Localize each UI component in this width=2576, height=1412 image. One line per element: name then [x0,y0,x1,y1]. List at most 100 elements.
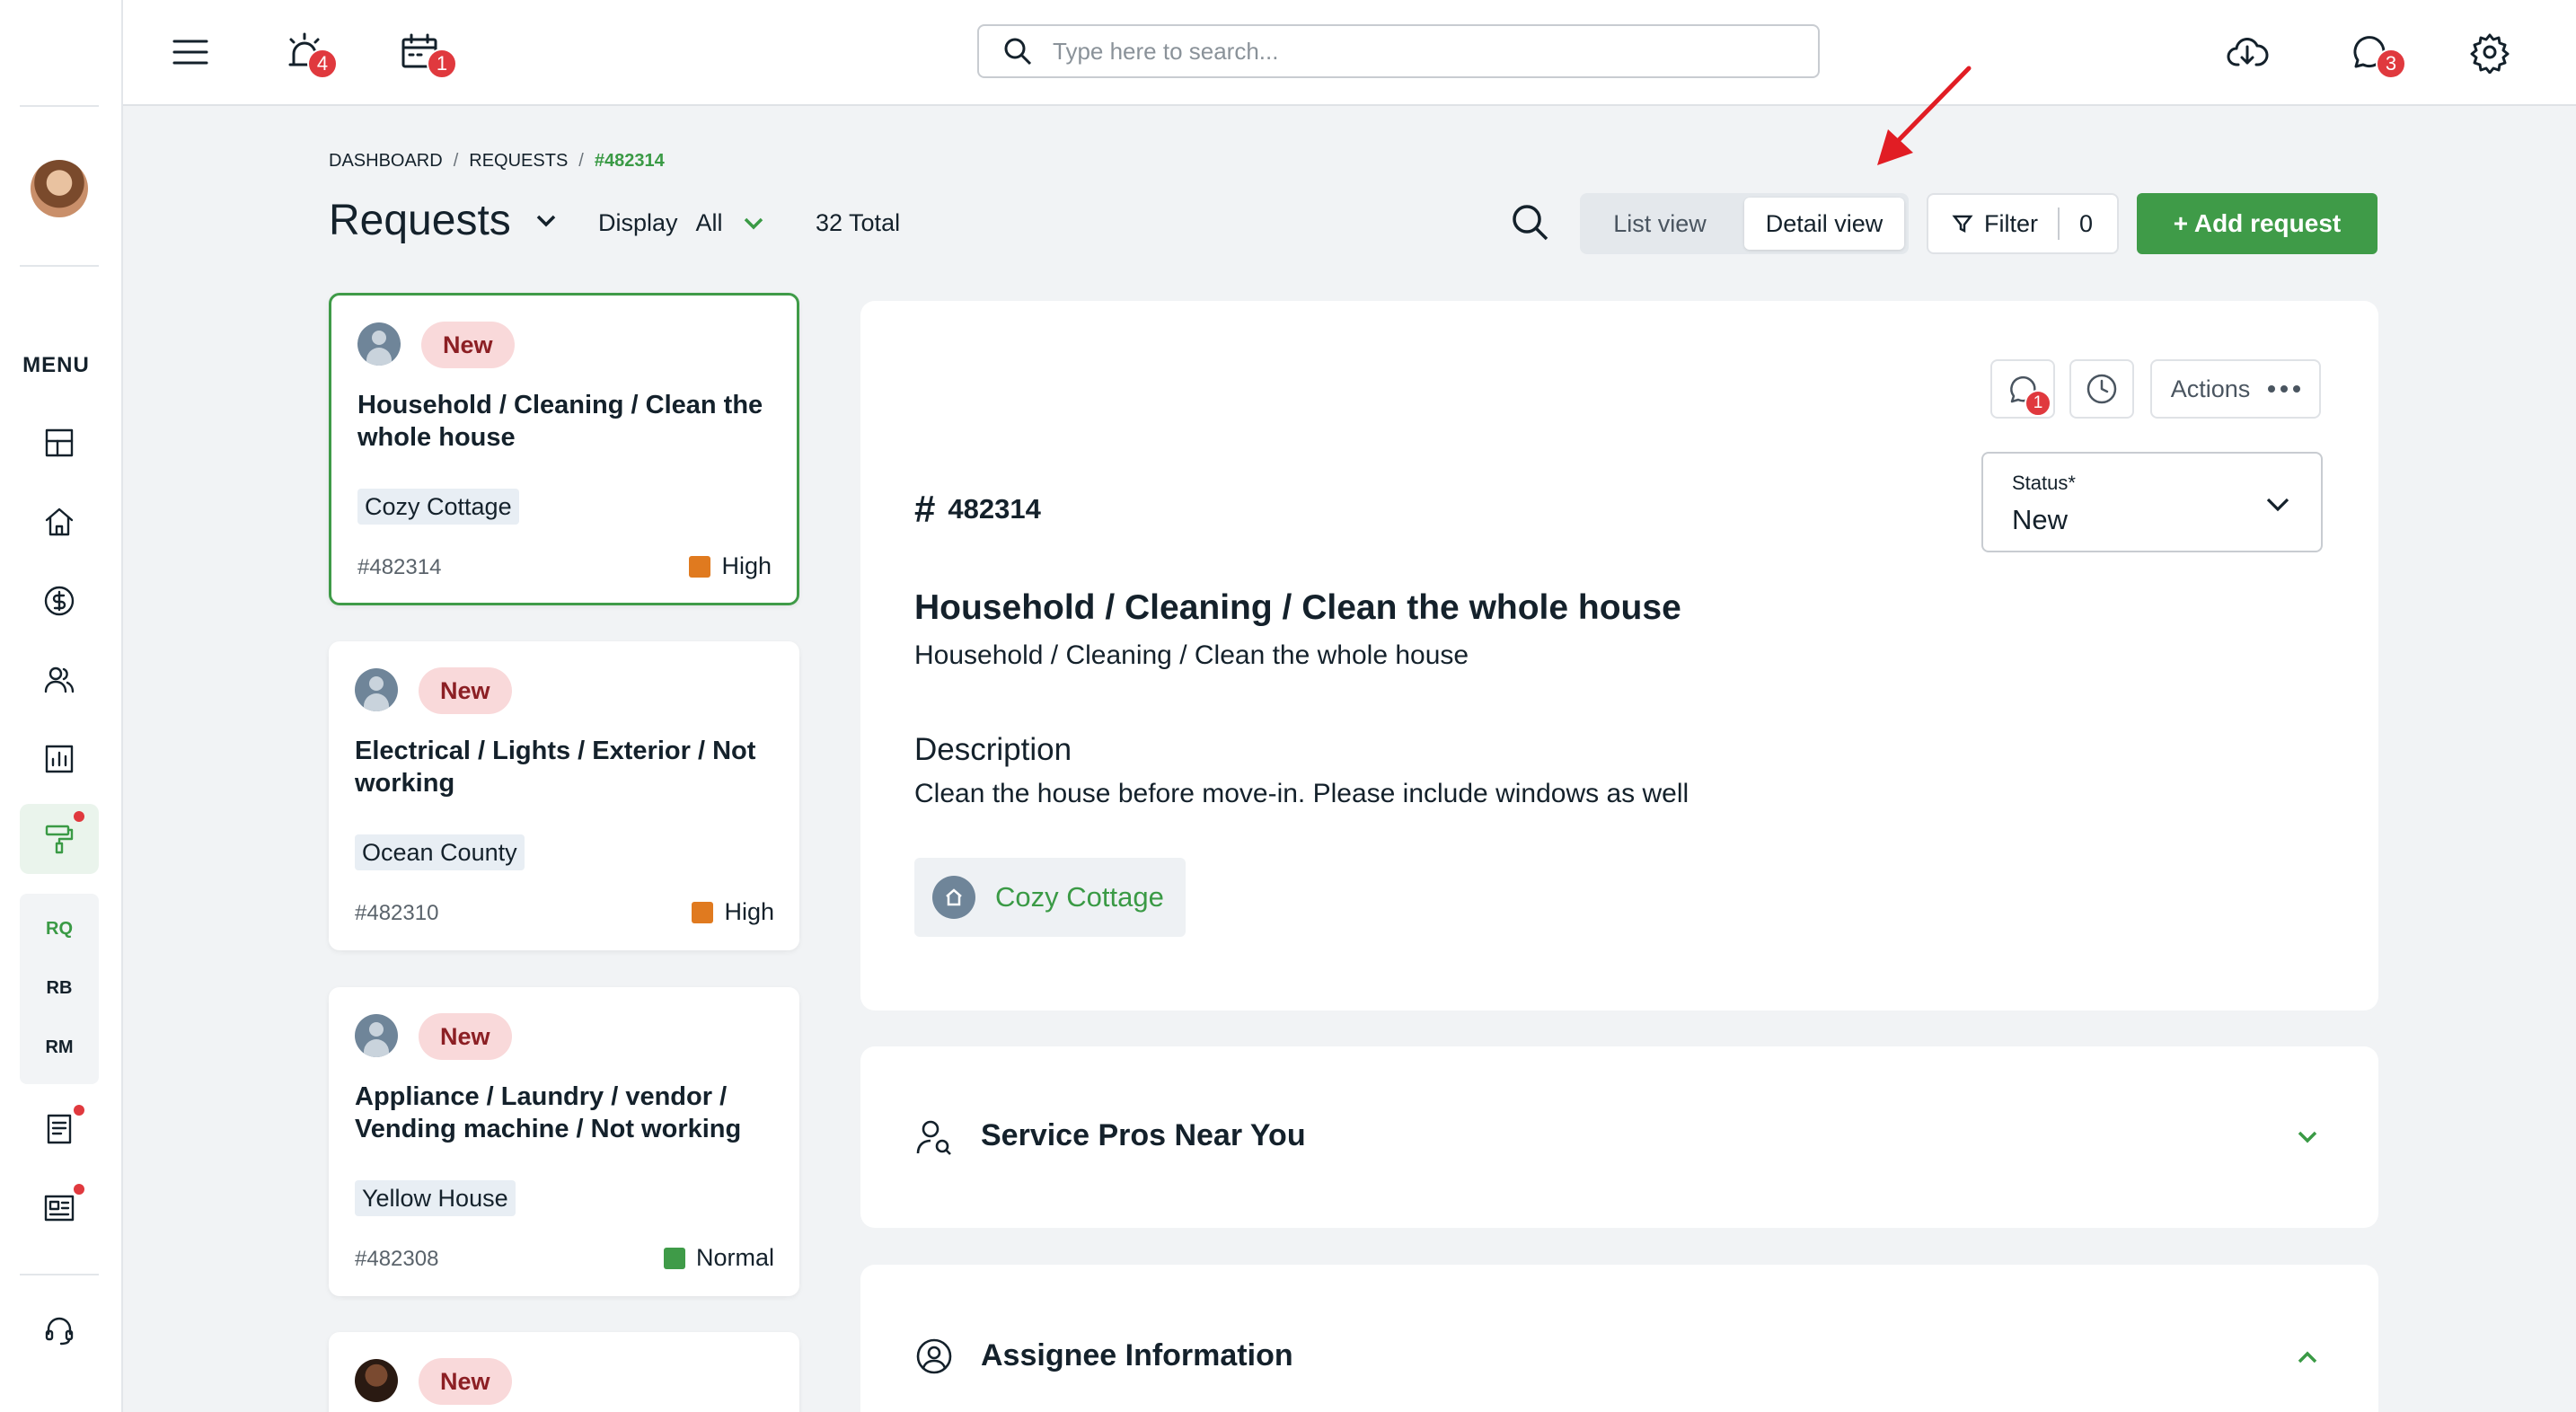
paint-roller-icon[interactable] [38,817,81,860]
actions-button[interactable]: Actions [2150,359,2321,419]
section-title: Service Pros Near You [981,1118,1306,1152]
priority-indicator: High [689,552,772,580]
status-select-value: New [2012,504,2069,535]
status-badge: New [419,667,512,714]
hash-icon: # [914,488,936,530]
list-view-tab[interactable]: List view [1580,193,1740,254]
property-link[interactable]: Cozy Cottage [914,858,1186,937]
alarm-badge: 4 [307,49,338,79]
comments-badge: 1 [2025,390,2051,417]
property-name: Cozy Cottage [995,881,1164,913]
sidebar-divider [20,265,99,267]
chevron-up-icon [2298,1351,2317,1363]
user-avatar-icon [355,668,398,711]
request-id: #482314 [357,555,442,579]
home-icon[interactable] [38,500,81,543]
request-title: Appliance / Laundry / vendor / Vending m… [355,1082,742,1143]
more-dots-icon [2268,385,2301,393]
notification-dot [74,811,84,822]
filter-label: Filter [1984,209,2038,237]
users-icon[interactable] [38,658,81,702]
dashboard-icon[interactable] [38,421,81,464]
user-avatar[interactable] [31,160,88,217]
global-search[interactable] [977,24,1820,78]
alarm-icon[interactable]: 4 [278,25,338,79]
chevron-down-icon [2266,498,2289,512]
submenu-rb[interactable]: RB [20,978,99,999]
filter-divider [2058,207,2060,240]
sidebar: MENU RQ RB RM [0,0,123,1412]
request-card[interactable]: New Electrical / Lights / Exterior / Not… [329,641,799,950]
status-select[interactable]: Status* New [1981,452,2323,552]
calendar-badge: 1 [427,49,457,79]
headset-icon[interactable] [38,1309,81,1352]
assignee-section[interactable]: Assignee Information [860,1265,2378,1412]
chevron-down-icon [744,217,763,229]
request-card[interactable]: New [329,1332,799,1412]
filter-icon [1952,215,1973,234]
request-title: Electrical / Lights / Exterior / Not wor… [355,737,756,798]
breadcrumb-separator: / [453,151,459,171]
display-label: Display [598,209,678,236]
priority-color-square [689,555,711,578]
priority-indicator: Normal [663,1244,774,1272]
detail-view-tab[interactable]: Detail view [1744,198,1904,250]
sidebar-divider [20,105,99,107]
page-title-dropdown[interactable]: Requests [329,196,560,245]
search-input[interactable] [1053,37,1789,66]
filter-button[interactable]: Filter 0 [1927,193,2119,254]
request-number: # 482314 [914,488,1041,531]
display-filter[interactable]: Display All [598,209,766,237]
search-icon[interactable] [1509,201,1556,248]
hamburger-menu-icon[interactable] [163,25,217,79]
breadcrumb-dashboard[interactable]: DASHBOARD [329,151,443,172]
request-title: Household / Cleaning / Clean the whole h… [357,391,763,452]
status-badge: New [419,1013,512,1060]
search-icon [1004,38,1032,66]
status-badge: New [421,322,515,368]
request-id: #482310 [355,901,439,925]
breadcrumb-requests[interactable]: REQUESTS [469,151,568,172]
history-button[interactable] [2069,359,2134,419]
add-request-button[interactable]: + Add request [2137,193,2378,254]
clock-icon [2086,374,2117,404]
display-value: All [695,209,723,236]
user-circle-icon [916,1338,952,1374]
gear-icon[interactable] [2463,25,2517,79]
breadcrumb: DASHBOARD / REQUESTS / #482314 [329,151,665,172]
cloud-download-icon[interactable] [2220,25,2274,79]
request-id: 482314 [948,493,1041,525]
user-avatar-icon [357,322,401,366]
description-text: Clean the house before move-in. Please i… [914,779,1689,808]
calendar-icon[interactable]: 1 [393,25,457,79]
service-pros-section[interactable]: Service Pros Near You [860,1046,2378,1228]
dollar-icon[interactable] [38,579,81,622]
priority-indicator: High [692,898,774,926]
section-title: Assignee Information [981,1338,1293,1372]
view-toggle: List view Detail view [1580,193,1909,254]
top-bar: 4 1 3 [123,0,2576,106]
filter-count: 0 [2079,209,2094,237]
menu-label: MENU [22,353,90,377]
breadcrumb-separator: / [578,151,584,171]
submenu-rq[interactable]: RQ [20,919,99,940]
page-title: Requests [329,197,511,244]
chat-icon[interactable]: 3 [2342,25,2406,79]
annotation-arrow [1877,66,1972,165]
user-avatar-icon [355,1359,398,1402]
sidebar-divider [20,1274,99,1275]
request-detail-panel: 1 Actions Status* New # 482314 Household… [860,301,2378,1010]
submenu-rm[interactable]: RM [20,1037,99,1058]
home-icon [932,876,975,919]
actions-label: Actions [2170,375,2251,402]
priority-color-square [663,1247,685,1269]
request-title: Household / Cleaning / Clean the whole h… [914,588,1681,627]
chart-icon[interactable] [38,737,81,781]
status-badge: New [419,1358,512,1405]
request-card[interactable]: New Household / Cleaning / Clean the who… [329,293,799,605]
comments-button[interactable]: 1 [1990,359,2055,419]
priority-label: Normal [695,1244,774,1271]
request-card[interactable]: New Appliance / Laundry / vendor / Vendi… [329,987,799,1296]
request-category: Household / Cleaning / Clean the whole h… [914,640,1469,670]
status-select-label: Status* [2012,472,2076,494]
